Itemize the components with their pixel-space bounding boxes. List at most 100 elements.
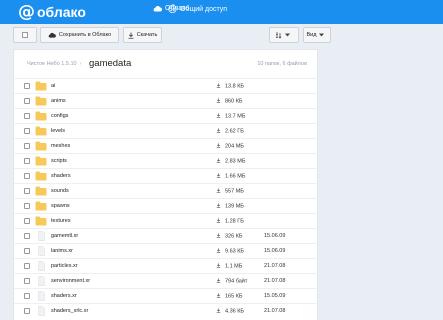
item-name[interactable]: shaders	[51, 173, 71, 179]
item-date: 15.06.09	[264, 248, 286, 254]
row-checkbox[interactable]	[24, 173, 30, 179]
row-checkbox[interactable]	[24, 308, 30, 314]
item-size-value: 9.63 КБ	[225, 248, 245, 255]
page-title: gamedata	[89, 58, 132, 69]
list-item[interactable]: textures 1.28 ГБ	[14, 213, 319, 228]
item-name[interactable]: anims	[51, 98, 66, 104]
chevron-down-icon	[319, 33, 325, 37]
item-size: 139 МБ	[216, 203, 244, 210]
select-all-button[interactable]	[13, 27, 37, 43]
row-checkbox[interactable]	[24, 293, 30, 299]
list-item[interactable]: lanims.xr 9.63 КБ 15.06.09	[14, 243, 319, 258]
item-name[interactable]: spawns	[51, 203, 70, 209]
view-button[interactable]: Вид	[303, 27, 331, 43]
row-checkbox[interactable]	[24, 113, 30, 119]
list-item[interactable]: shaders_xrlc.xr 4.36 КБ 21.07.08	[14, 303, 319, 318]
list-item[interactable]: levels 2.62 ГБ	[14, 123, 319, 138]
row-checkbox[interactable]	[24, 83, 30, 89]
row-checkbox[interactable]	[24, 188, 30, 194]
file-icon	[35, 276, 47, 286]
row-checkbox[interactable]	[24, 278, 30, 284]
logo[interactable]: @ облако	[18, 2, 86, 22]
download-icon	[216, 308, 221, 313]
download-label: Скачать	[136, 32, 158, 38]
item-name[interactable]: shaders.xr	[51, 293, 77, 299]
breadcrumb-separator: ›	[79, 61, 82, 67]
item-size: 9.63 КБ	[216, 248, 244, 255]
file-icon	[35, 246, 47, 256]
list-item[interactable]: scripts 2.83 МБ	[14, 153, 319, 168]
item-name[interactable]: lanims.xr	[51, 248, 73, 254]
file-list: ai 13.8 КБ anims 860 КБ configs 13.7 МБ levels…	[14, 78, 319, 318]
row-checkbox[interactable]	[24, 128, 30, 134]
list-item[interactable]: anims 860 КБ	[14, 93, 319, 108]
list-item[interactable]: spawns 139 МБ	[14, 198, 319, 213]
list-item[interactable]: shaders 1.66 МБ	[14, 168, 319, 183]
list-item[interactable]: meshes 204 МБ	[14, 138, 319, 153]
row-checkbox[interactable]	[24, 218, 30, 224]
download-button[interactable]: Скачать	[123, 27, 162, 43]
item-name[interactable]: sounds	[51, 188, 69, 194]
item-size: 1.28 ГБ	[216, 218, 244, 225]
item-name[interactable]: ai	[51, 83, 55, 89]
row-checkbox[interactable]	[24, 98, 30, 104]
download-icon	[216, 278, 221, 283]
item-name[interactable]: particles.xr	[51, 263, 78, 269]
item-size-value: 2.83 МБ	[225, 158, 246, 165]
folder-icon	[35, 156, 47, 166]
item-size-value: 1.1 МБ	[225, 263, 243, 270]
item-size-value: 1.66 МБ	[225, 173, 246, 180]
item-name[interactable]: textures	[51, 218, 71, 224]
nav-shared-label: Общий доступ	[180, 5, 228, 13]
list-item[interactable]: particles.xr 1.1 МБ 21.07.08	[14, 258, 319, 273]
item-name[interactable]: levels	[51, 128, 65, 134]
save-to-cloud-button[interactable]: Сохранить в Облако	[40, 27, 119, 43]
file-icon	[35, 261, 47, 271]
folder-icon	[35, 111, 47, 121]
item-name[interactable]: gamemtl.xr	[51, 233, 78, 239]
select-all-checkbox[interactable]	[22, 32, 28, 38]
cloud-upload-icon	[48, 32, 56, 38]
row-checkbox[interactable]	[24, 143, 30, 149]
item-size-value: 326 КБ	[225, 233, 243, 240]
item-name[interactable]: meshes	[51, 143, 70, 149]
row-checkbox[interactable]	[24, 233, 30, 239]
download-icon	[216, 188, 221, 193]
item-size: 326 КБ	[216, 233, 243, 240]
folder-icon	[35, 81, 47, 91]
nav-shared[interactable]: Общий доступ	[168, 5, 227, 13]
download-icon	[216, 293, 221, 298]
row-checkbox[interactable]	[24, 203, 30, 209]
item-size: 165 КБ	[216, 293, 243, 300]
download-icon	[216, 143, 221, 148]
download-icon	[216, 263, 221, 268]
item-size: 2.83 МБ	[216, 158, 245, 165]
row-checkbox[interactable]	[24, 263, 30, 269]
sort-button[interactable]	[269, 27, 299, 43]
list-item[interactable]: shaders.xr 165 КБ 15.05.09	[14, 288, 319, 303]
list-item[interactable]: sounds 557 МБ	[14, 183, 319, 198]
logo-symbol: @	[18, 2, 35, 22]
list-item[interactable]: senvironment.xr 794 байт 21.07.08	[14, 273, 319, 288]
item-size: 2.62 ГБ	[216, 128, 244, 135]
item-name[interactable]: configs	[51, 113, 68, 119]
item-size-value: 204 МБ	[225, 143, 244, 150]
folder-icon	[35, 201, 47, 211]
breadcrumb-parent[interactable]: Чистое Небо 1.5.10	[27, 61, 77, 67]
row-checkbox[interactable]	[24, 248, 30, 254]
list-item[interactable]: configs 13.7 МБ	[14, 108, 319, 123]
item-name[interactable]: senvironment.xr	[51, 278, 90, 284]
logo-text: облако	[37, 4, 86, 20]
item-size-value: 557 МБ	[225, 188, 244, 195]
list-item[interactable]: ai 13.8 КБ	[14, 78, 319, 93]
item-name[interactable]: shaders_xrlc.xr	[51, 308, 88, 314]
folder-icon	[35, 96, 47, 106]
view-label: Вид	[306, 32, 317, 38]
top-bar: @ облако Облако Общий доступ	[0, 0, 443, 24]
item-size-value: 13.7 МБ	[225, 113, 246, 120]
row-checkbox[interactable]	[24, 158, 30, 164]
item-name[interactable]: scripts	[51, 158, 67, 164]
list-item[interactable]: gamemtl.xr 326 КБ 15.06.09	[14, 228, 319, 243]
item-size: 860 КБ	[216, 98, 243, 105]
item-size-value: 139 МБ	[225, 203, 244, 210]
